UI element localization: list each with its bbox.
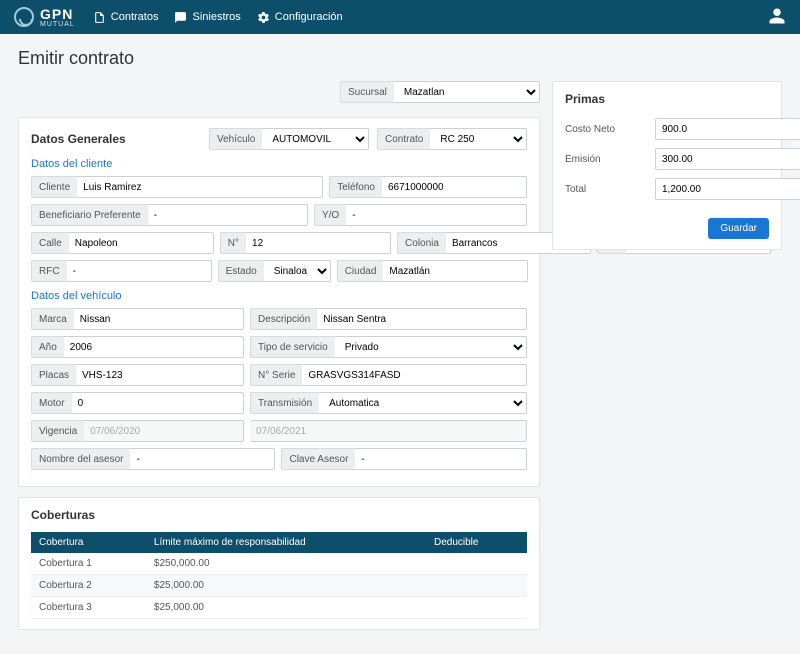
total-input[interactable]	[655, 178, 800, 200]
guardar-button[interactable]: Guardar	[708, 218, 769, 239]
chat-icon	[174, 11, 187, 24]
file-icon	[93, 11, 106, 24]
transmision-select[interactable]: Automatica	[319, 392, 527, 414]
logo-mark-icon	[14, 7, 34, 27]
motor-input[interactable]	[72, 392, 244, 414]
coberturas-table: Cobertura Límite máximo de responsabilid…	[31, 532, 527, 619]
contrato-select[interactable]: RC 250	[430, 128, 527, 150]
vehiculo-label: Vehículo	[209, 128, 262, 150]
table-row: Cobertura 2$25,000.00	[31, 575, 527, 597]
user-menu[interactable]	[768, 7, 786, 28]
servicio-select[interactable]: Privado	[335, 336, 527, 358]
sucursal-label: Sucursal	[340, 81, 394, 103]
table-row: Cobertura 3$25,000.00	[31, 597, 527, 619]
yo-input[interactable]	[346, 204, 527, 226]
clave-asesor-input[interactable]	[355, 448, 527, 470]
nav-configuracion[interactable]: Configuración	[257, 11, 343, 24]
contrato-label: Contrato	[377, 128, 430, 150]
emision-input[interactable]	[655, 148, 800, 170]
coberturas-title: Coberturas	[31, 508, 527, 522]
cliente-subheader: Datos del cliente	[31, 158, 527, 170]
user-icon	[768, 7, 786, 25]
ano-input[interactable]	[64, 336, 244, 358]
placas-input[interactable]	[76, 364, 244, 386]
vehiculo-select[interactable]: AUTOMOVIL	[262, 128, 369, 150]
primas-title: Primas	[565, 92, 769, 106]
coberturas-card: Coberturas Cobertura Límite máximo de re…	[18, 497, 540, 630]
telefono-input[interactable]	[382, 176, 527, 198]
nav-contratos[interactable]: Contratos	[93, 11, 159, 24]
ciudad-input[interactable]	[383, 260, 528, 282]
sucursal-select[interactable]: Mazatlan	[394, 81, 540, 103]
page-title: Emitir contrato	[18, 48, 782, 69]
asesor-input[interactable]	[130, 448, 275, 470]
brand-main: GPN	[40, 7, 75, 21]
vigencia-to-input[interactable]	[250, 420, 527, 442]
generales-title: Datos Generales	[31, 132, 201, 146]
brand-sub: MUTUAL	[40, 21, 75, 28]
descripcion-input[interactable]	[317, 308, 527, 330]
table-row: Cobertura 1$250,000.00	[31, 553, 527, 575]
beneficiario-input[interactable]	[148, 204, 308, 226]
vigencia-from-input[interactable]	[84, 420, 244, 442]
gear-icon	[257, 11, 270, 24]
numero-input[interactable]	[246, 232, 391, 254]
rfc-input[interactable]	[67, 260, 212, 282]
datos-generales-card: Datos Generales Vehículo AUTOMOVIL Contr…	[18, 117, 540, 487]
nav-siniestros[interactable]: Siniestros	[174, 11, 240, 24]
primas-card: Primas Costo Neto Emisión Total Guardar	[552, 81, 782, 250]
vehiculo-subheader: Datos del vehículo	[31, 290, 527, 302]
costo-neto-input[interactable]	[655, 118, 800, 140]
serie-input[interactable]	[302, 364, 527, 386]
cliente-input[interactable]	[77, 176, 323, 198]
top-nav: GPN MUTUAL Contratos Siniestros Configur…	[0, 0, 800, 34]
brand-logo: GPN MUTUAL	[14, 7, 75, 28]
marca-input[interactable]	[74, 308, 244, 330]
estado-select[interactable]: Sinaloa	[264, 260, 331, 282]
calle-input[interactable]	[69, 232, 214, 254]
